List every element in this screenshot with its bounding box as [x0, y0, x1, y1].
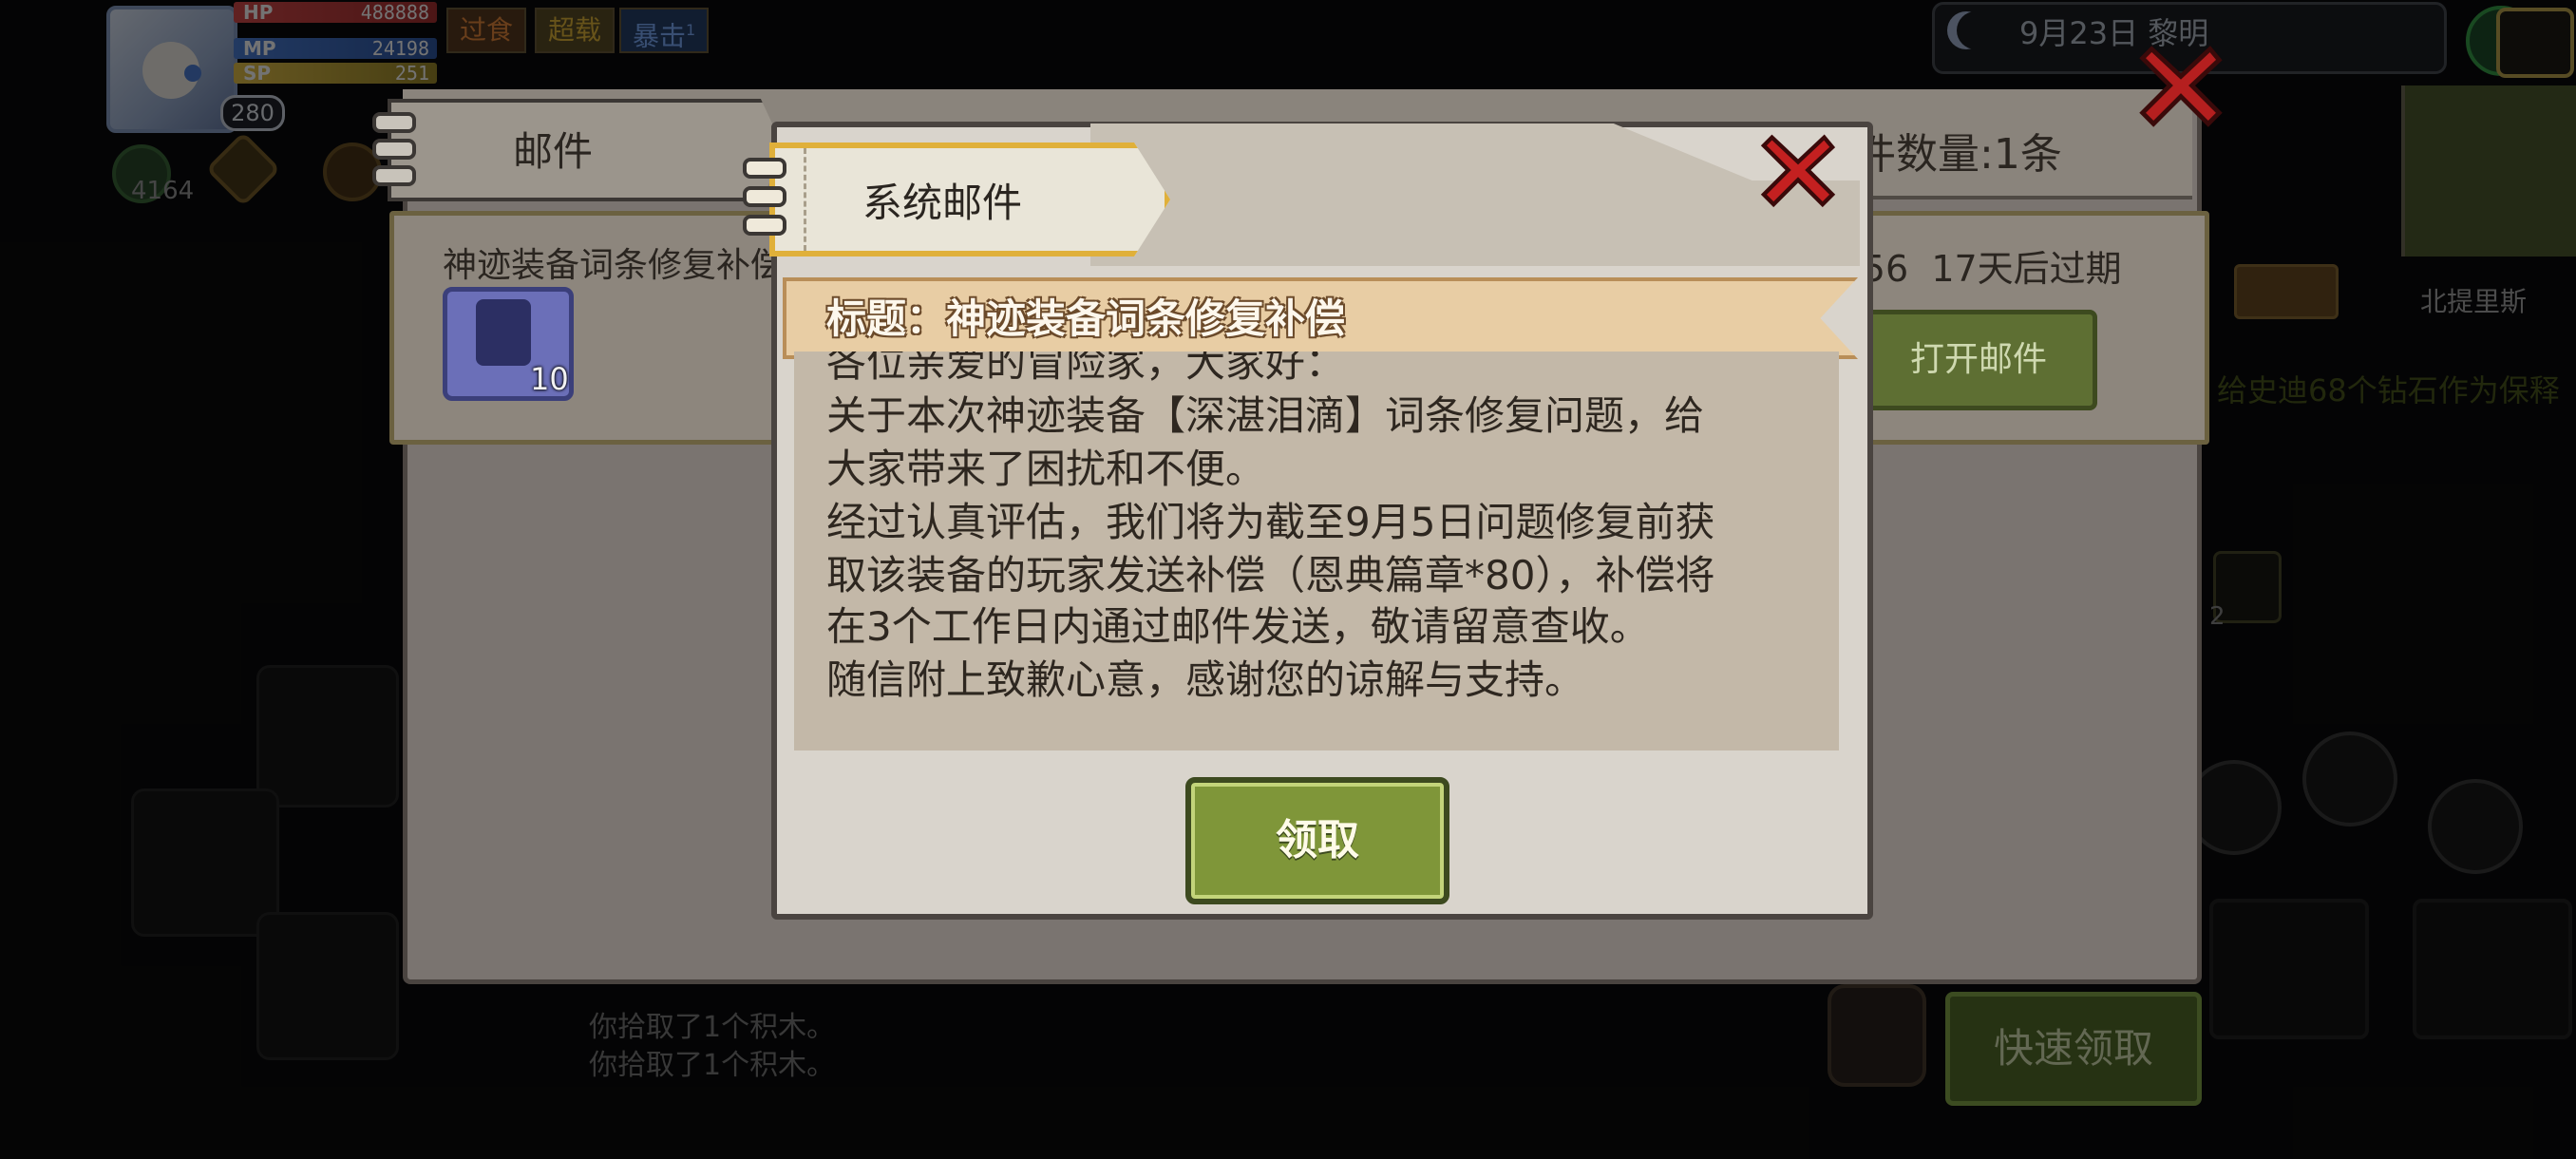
- mail-row-title: 神迹装备词条修复补偿: [443, 246, 786, 285]
- tab-stitch: [804, 148, 807, 251]
- buff-overload[interactable]: 超载: [535, 8, 616, 53]
- skill-icon[interactable]: [205, 131, 281, 207]
- exit-icon[interactable]: [2496, 8, 2574, 78]
- mail-body: 各位亲爱的冒险家，大家好： 关于本次神迹装备【深湛泪滴】词条修复问题，给 大家带…: [794, 352, 1839, 750]
- mp-label: MP: [243, 37, 276, 60]
- crystal-card-icon: [476, 299, 531, 366]
- mail-expiry-label: 17天后过期: [1931, 248, 2122, 290]
- dpad-up[interactable]: [256, 665, 399, 808]
- map-location-label: 北提里斯: [2420, 286, 2528, 317]
- tab-ring-icon: [372, 112, 416, 133]
- attachment-quantity: 10: [530, 361, 569, 397]
- system-mail-tab-label: 系统邮件: [862, 180, 1023, 226]
- side-message: 给史迪68个钻石作为保释: [2217, 372, 2560, 408]
- dpad-left[interactable]: [131, 788, 279, 937]
- hp-bar: HP 488888: [234, 2, 437, 23]
- mail-body-line: 大家带来了困扰和不便。: [826, 446, 1266, 492]
- mail-title: 标题：神迹装备词条修复补偿: [826, 295, 1346, 342]
- player-avatar[interactable]: [106, 6, 237, 133]
- resource-count: 4164: [131, 177, 195, 205]
- mail-expiry: :56 17天后过期: [1850, 239, 2122, 292]
- sp-bar: SP 251: [234, 63, 437, 84]
- sleep-slot[interactable]: [2413, 899, 2572, 1039]
- level-badge: 280: [220, 95, 285, 131]
- mail-body-line: 经过认真评估，我们将为截至9月5日问题修复前获: [826, 499, 1715, 545]
- tab-ring-icon: [372, 165, 416, 186]
- pickup-message-1: 你拾取了1个积木。: [589, 1011, 836, 1044]
- mp-value: 24198: [371, 37, 429, 60]
- tab-ring-icon: [743, 215, 786, 236]
- buff-crit-label: 暴击: [633, 20, 687, 52]
- mail-body-line: 关于本次神迹装备【深湛泪滴】词条修复问题，给: [826, 392, 1705, 439]
- close-icon[interactable]: [1757, 129, 1839, 211]
- backpack-icon[interactable]: [1828, 984, 1926, 1087]
- tab-ring-icon: [743, 158, 786, 179]
- buff-overeat[interactable]: 过食: [446, 8, 527, 53]
- mail-body-line: 取该装备的玩家发送补偿（恩典篇章*80），补偿将: [826, 552, 1715, 598]
- swap-icon[interactable]: [2302, 732, 2397, 826]
- quick-collect-button[interactable]: 快速领取: [1945, 992, 2202, 1106]
- mail-body-line: 随信附上致歉心意，感谢您的谅解与支持。: [826, 656, 1585, 703]
- mp-bar: MP 24198: [234, 38, 437, 59]
- buff-crit[interactable]: 暴击1: [619, 8, 710, 53]
- tab-ring-icon: [743, 186, 786, 207]
- mail-body-line: 在3个工作日内通过邮件发送，敬请留意查收。: [826, 603, 1650, 650]
- item-slot-count: 2: [2209, 602, 2226, 631]
- minimap[interactable]: [2401, 86, 2576, 256]
- ghost-action-icon[interactable]: [2428, 779, 2523, 874]
- food-slot[interactable]: [2209, 899, 2369, 1039]
- moon-icon: [1957, 11, 1995, 49]
- avatar-eye: [184, 65, 201, 82]
- claim-button[interactable]: 领取: [1185, 777, 1449, 904]
- sp-value: 251: [394, 62, 429, 85]
- sp-label: SP: [243, 62, 272, 85]
- close-icon[interactable]: [2135, 40, 2226, 131]
- dpad-down[interactable]: [256, 912, 399, 1060]
- hp-value: 488888: [360, 1, 429, 24]
- tab-ring-icon: [372, 139, 416, 160]
- open-mail-button[interactable]: 打开邮件: [1860, 310, 2097, 410]
- minimap-toggle-button[interactable]: [2234, 264, 2339, 319]
- hp-label: HP: [243, 1, 274, 24]
- pickup-message-2: 你拾取了1个积木。: [589, 1049, 836, 1082]
- buff-crit-stack: 1: [686, 21, 696, 39]
- mail-tab-label: 邮件: [513, 128, 594, 175]
